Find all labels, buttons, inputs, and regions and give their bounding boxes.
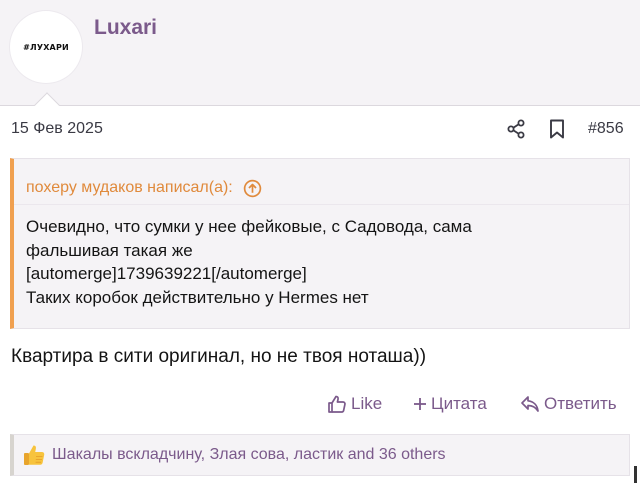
quote-button[interactable]: Цитата	[413, 394, 487, 414]
post-number-link[interactable]: #856	[588, 120, 624, 138]
quote-body: Очевидно, что сумки у нее фейковые, с Са…	[14, 205, 629, 309]
reaction-users[interactable]: Шакалы вскладчину, Злая сова, ластик and…	[52, 446, 446, 464]
reply-icon	[521, 396, 539, 412]
quote-header: похеру мудаков написал(а):	[14, 159, 629, 205]
bookmark-icon[interactable]	[548, 119, 566, 139]
post-date[interactable]: 15 Фев 2025	[11, 120, 103, 138]
post-actions: Like Цитата Ответить	[0, 394, 640, 416]
quote-block: похеру мудаков написал(а): Очевидно, что…	[10, 158, 630, 329]
quote-label: Цитата	[431, 394, 487, 413]
post-message: Квартира в сити оригинал, но не твоя нот…	[11, 346, 427, 367]
reply-label: Ответить	[544, 394, 617, 413]
quote-line: [automerge]1739639221[/automerge]	[26, 264, 307, 283]
thumbs-up-icon	[328, 395, 346, 413]
post-meta-row: 15 Фев 2025 #856	[0, 116, 640, 144]
reply-button[interactable]: Ответить	[520, 394, 617, 414]
quote-line: фальшивая такая же	[26, 240, 193, 260]
avatar[interactable]: #ЛУХАРИ	[10, 11, 82, 83]
like-label: Like	[351, 394, 383, 413]
like-button[interactable]: Like	[327, 394, 382, 414]
reactions-bar[interactable]: Шакалы вскладчину, Злая сова, ластик and…	[10, 434, 630, 476]
scrollbar-edge[interactable]	[634, 466, 637, 483]
plus-icon	[414, 398, 426, 410]
thumbs-up-emoji-icon	[24, 445, 45, 465]
quote-author[interactable]: похеру мудаков написал(а):	[26, 179, 233, 197]
share-icon[interactable]	[506, 119, 526, 139]
quote-line: Очевидно, что сумки у нее фейковые, с Са…	[26, 217, 472, 236]
username-link[interactable]: Luxari	[94, 16, 157, 40]
arrow-up-circle-icon[interactable]	[243, 179, 262, 198]
avatar-text: #ЛУХАРИ	[23, 42, 69, 52]
quote-line: Таких коробок действительно у Hermes нет	[26, 287, 369, 307]
post-user-header: #ЛУХАРИ Luxari	[0, 0, 640, 106]
